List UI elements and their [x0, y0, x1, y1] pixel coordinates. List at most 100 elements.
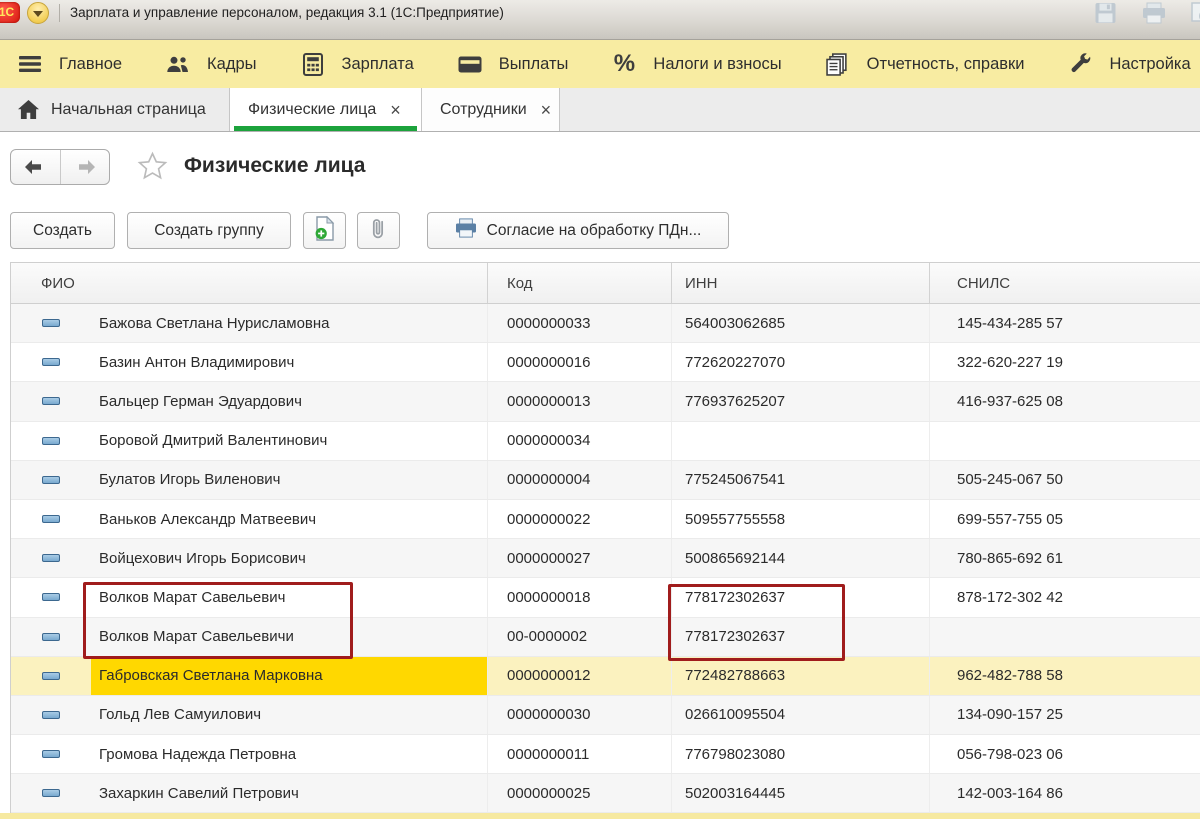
cell-snils[interactable]: 134-090-157 25	[929, 695, 1200, 735]
bottom-yellow-strip	[0, 813, 1200, 819]
save-icon[interactable]	[1094, 2, 1118, 24]
cell-code[interactable]: 0000000018	[487, 578, 671, 617]
column-header-fio[interactable]: ФИО	[11, 263, 487, 303]
cell-snils[interactable]: 145-434-285 57	[929, 304, 1200, 343]
menu-item[interactable]: Отчетность, справки	[826, 52, 1024, 76]
table-row[interactable]: Бажова Светлана Нурисламовна 0000000033 …	[11, 304, 1200, 344]
navigation-row: Физические лица	[0, 132, 1200, 204]
cell-code[interactable]: 00-0000002	[487, 617, 671, 656]
column-header-inn[interactable]: ИНН	[671, 263, 929, 303]
tab-1[interactable]: Физические лица ×	[230, 88, 422, 131]
cell-inn[interactable]: 775245067541	[671, 460, 929, 499]
cell-fio[interactable]: Захаркин Савелий Петрович	[11, 774, 487, 812]
tab-2[interactable]: Сотрудники ×	[422, 88, 560, 131]
person-icon	[42, 789, 60, 798]
table-row[interactable]: Гольд Лев Самуилович 0000000030 02661009…	[11, 695, 1200, 736]
table-row[interactable]: Войцехович Игорь Борисович 0000000027 50…	[11, 539, 1200, 579]
create-group-button[interactable]: Создать группу	[127, 212, 291, 249]
tab-home[interactable]: Начальная страница	[0, 88, 230, 131]
consent-print-button[interactable]: Согласие на обработку ПДн...	[427, 212, 729, 249]
cell-inn[interactable]: 778172302637	[671, 617, 929, 656]
cell-fio[interactable]: Бальцер Герман Эдуардович	[11, 382, 487, 420]
cell-code[interactable]: 0000000027	[487, 539, 671, 578]
cell-inn[interactable]: 772620227070	[671, 343, 929, 382]
document-add-button[interactable]	[303, 212, 346, 249]
cell-snils[interactable]: 962-482-788 58	[929, 656, 1200, 695]
table-row[interactable]: Булатов Игорь Виленович 0000000004 77524…	[11, 460, 1200, 500]
cell-code[interactable]: 0000000012	[487, 656, 671, 695]
table-row[interactable]: Волков Марат Савельевич 0000000018 77817…	[11, 578, 1200, 618]
cell-inn[interactable]: 772482788663	[671, 656, 929, 695]
favorite-star-icon[interactable]	[137, 151, 168, 186]
cell-snils[interactable]: 780-865-692 61	[929, 539, 1200, 578]
table-row[interactable]: Громова Надежда Петровна 0000000011 7767…	[11, 735, 1200, 775]
cell-code[interactable]: 0000000011	[487, 735, 671, 774]
print-preview-icon[interactable]	[1190, 2, 1200, 24]
cell-snils[interactable]: 505-245-067 50	[929, 460, 1200, 499]
person-icon	[42, 475, 60, 484]
cell-fio[interactable]: Гольд Лев Самуилович	[11, 696, 487, 734]
cell-fio[interactable]: Габровская Светлана Марковна	[11, 656, 487, 695]
cell-code[interactable]: 0000000004	[487, 460, 671, 499]
person-icon	[42, 593, 60, 602]
cell-fio[interactable]: Бажова Светлана Нурисламовна	[11, 304, 487, 342]
cell-fio[interactable]: Волков Марат Савельевич	[11, 578, 487, 616]
table-row[interactable]: Габровская Светлана Марковна 0000000012 …	[11, 656, 1200, 696]
cell-snils[interactable]	[929, 617, 1200, 656]
tab-close-icon[interactable]: ×	[390, 101, 401, 119]
cell-inn[interactable]	[671, 421, 929, 460]
cell-inn[interactable]: 500865692144	[671, 539, 929, 578]
table-row[interactable]: Ваньков Александр Матвеевич 0000000022 5…	[11, 499, 1200, 540]
tab-close-icon[interactable]: ×	[541, 101, 552, 119]
printer-icon	[455, 218, 477, 243]
table-row[interactable]: Волков Марат Савельевичи 00-0000002 7781…	[11, 617, 1200, 657]
main-menu-button[interactable]	[27, 2, 49, 24]
cell-snils[interactable]: 056-798-023 06	[929, 735, 1200, 774]
cell-code[interactable]: 0000000030	[487, 695, 671, 735]
cell-inn[interactable]: 564003062685	[671, 304, 929, 343]
cell-snils[interactable]: 416-937-625 08	[929, 382, 1200, 421]
cell-fio[interactable]: Базин Антон Владимирович	[11, 343, 487, 381]
menu-item[interactable]: Зарплата	[301, 52, 414, 76]
cell-fio[interactable]: Громова Надежда Петровна	[11, 735, 487, 773]
cell-code[interactable]: 0000000033	[487, 304, 671, 343]
cell-snils[interactable]: 878-172-302 42	[929, 578, 1200, 617]
cell-inn[interactable]: 776937625207	[671, 382, 929, 421]
cell-code[interactable]: 0000000022	[487, 499, 671, 539]
cell-code[interactable]: 0000000034	[487, 421, 671, 460]
table-row[interactable]: Боровой Дмитрий Валентинович 0000000034	[11, 421, 1200, 461]
cell-code[interactable]: 0000000013	[487, 382, 671, 421]
cell-snils[interactable]: 699-557-755 05	[929, 499, 1200, 539]
cell-snils[interactable]: 322-620-227 19	[929, 343, 1200, 382]
cell-fio[interactable]: Войцехович Игорь Борисович	[11, 539, 487, 577]
document-add-icon	[314, 215, 336, 246]
cell-inn[interactable]: 026610095504	[671, 695, 929, 735]
cell-fio[interactable]: Боровой Дмитрий Валентинович	[11, 422, 487, 460]
cell-fio[interactable]: Ваньков Александр Матвеевич	[11, 500, 487, 538]
menu-item[interactable]: Настройка	[1068, 52, 1191, 76]
cell-inn[interactable]: 778172302637	[671, 578, 929, 617]
cell-code[interactable]: 0000000025	[487, 774, 671, 813]
cell-code[interactable]: 0000000016	[487, 343, 671, 382]
back-button[interactable]	[11, 150, 60, 184]
table-row[interactable]: Бальцер Герман Эдуардович 0000000013 776…	[11, 382, 1200, 422]
cell-fio[interactable]: Булатов Игорь Виленович	[11, 461, 487, 499]
menu-item[interactable]: % Налоги и взносы	[612, 50, 782, 77]
column-header-snils[interactable]: СНИЛС	[929, 263, 1200, 303]
cell-inn[interactable]: 502003164445	[671, 774, 929, 813]
attachments-button[interactable]	[357, 212, 400, 249]
cell-inn[interactable]: 776798023080	[671, 735, 929, 774]
column-header-code[interactable]: Код	[487, 263, 671, 303]
menu-item[interactable]: Кадры	[166, 52, 257, 76]
forward-button[interactable]	[59, 150, 110, 184]
table-row[interactable]: Захаркин Савелий Петрович 0000000025 502…	[11, 774, 1200, 814]
cell-snils[interactable]	[929, 421, 1200, 460]
table-row[interactable]: Базин Антон Владимирович 0000000016 7726…	[11, 343, 1200, 383]
cell-fio[interactable]: Волков Марат Савельевичи	[11, 618, 487, 656]
menu-item[interactable]: Выплаты	[458, 52, 568, 76]
create-button[interactable]: Создать	[10, 212, 115, 249]
print-icon[interactable]	[1142, 2, 1166, 24]
cell-inn[interactable]: 509557755558	[671, 499, 929, 539]
menu-item[interactable]: Главное	[18, 52, 122, 76]
cell-snils[interactable]: 142-003-164 86	[929, 774, 1200, 813]
